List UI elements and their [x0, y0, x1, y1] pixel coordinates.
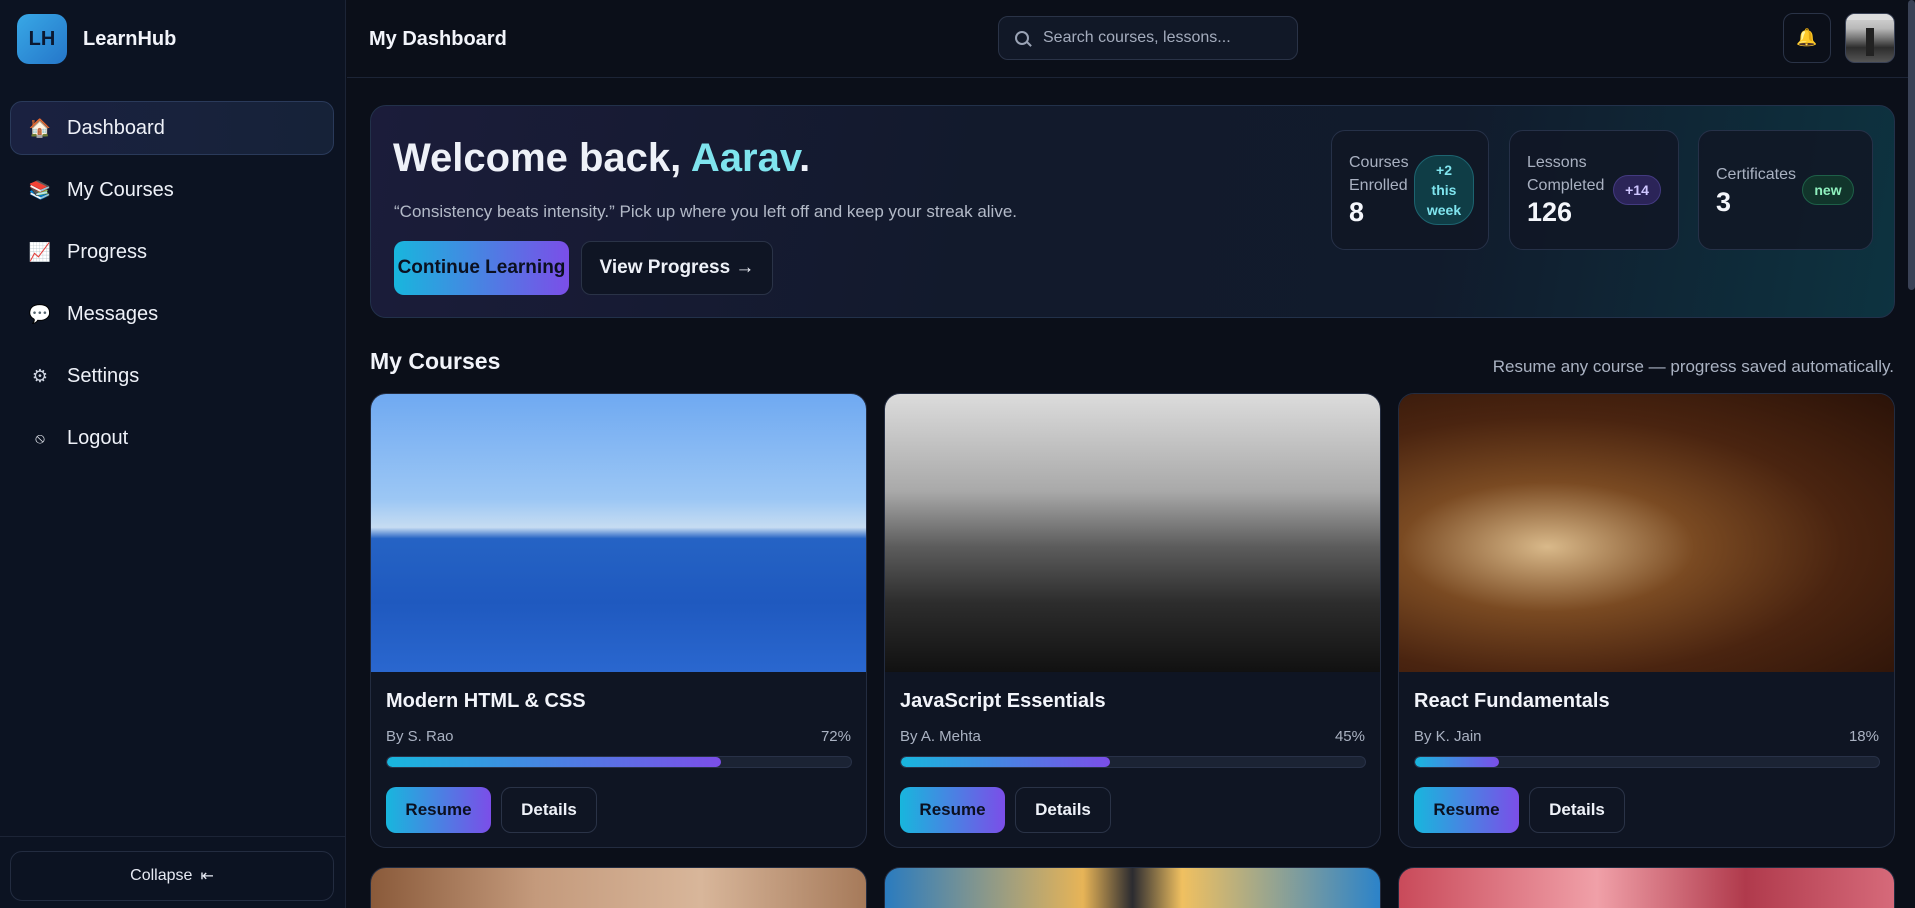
stat-value: 126	[1527, 197, 1573, 227]
resume-button[interactable]: Resume	[386, 787, 491, 833]
search-icon	[1015, 31, 1029, 45]
brand-name: LearnHub	[83, 27, 177, 50]
stat-label: Lessons Completed	[1527, 151, 1604, 197]
stat-label: Certificates	[1716, 166, 1797, 183]
course-author: By A. Mehta	[900, 728, 981, 745]
sidebar-item-label: My Courses	[67, 178, 174, 201]
resume-button[interactable]: Resume	[900, 787, 1005, 833]
course-progress-label: 45%	[1334, 728, 1365, 745]
continue-learning-button[interactable]: Continue Learning	[394, 241, 569, 295]
stat-value: 3	[1716, 187, 1732, 217]
stat-label-line: Enrolled	[1349, 177, 1408, 194]
course-progress-bar	[1414, 756, 1880, 768]
sidebar-item-dashboard[interactable]: 🏠 Dashboard	[10, 101, 334, 155]
greeting: Welcome back,	[393, 136, 691, 180]
avatar[interactable]	[1845, 13, 1895, 63]
stat-badge: new	[1802, 175, 1854, 205]
collapse-arrow-icon: ⇤	[200, 868, 214, 885]
sidebar-nav: 🏠 Dashboard 📚 My Courses 📈 Progress 💬 Me…	[10, 101, 334, 473]
course-card[interactable]: JavaScript Essentials By A. Mehta 45% Re…	[884, 393, 1381, 848]
course-thumbnail	[885, 394, 1380, 672]
stat-certificates: Certificates 3 new	[1698, 130, 1873, 250]
stat-courses-enrolled: Courses Enrolled 8 +2 this week	[1331, 130, 1489, 250]
topbar: My Dashboard 🔔	[347, 0, 1915, 78]
sidebar-item-label: Logout	[67, 426, 129, 449]
logout-icon: ⦸	[35, 429, 45, 447]
progress-fill	[1415, 757, 1499, 767]
my-courses-note: Resume any course — progress saved autom…	[1492, 357, 1894, 376]
sidebar-item-messages[interactable]: 💬 Messages	[10, 287, 334, 341]
chart-icon: 📈	[28, 241, 52, 262]
welcome-subtitle: “Consistency beats intensity.” Pick up w…	[394, 202, 1018, 221]
stat-value: 8	[1349, 197, 1365, 227]
course-card-peek[interactable]	[370, 867, 867, 908]
course-progress-bar	[900, 756, 1366, 768]
course-thumbnail	[1399, 394, 1894, 672]
stat-label-line: Lessons	[1527, 154, 1587, 171]
bell-icon: 🔔	[1796, 28, 1818, 47]
user-name: Aarav	[690, 136, 800, 180]
course-author: By K. Jain	[1414, 728, 1482, 745]
search-input[interactable]	[1043, 29, 1283, 47]
course-title: Modern HTML & CSS	[386, 690, 586, 712]
badge-line: week	[1426, 202, 1462, 218]
sidebar-item-my-courses[interactable]: 📚 My Courses	[10, 163, 334, 217]
books-icon: 📚	[28, 179, 52, 200]
stat-label-line: Courses	[1349, 154, 1409, 171]
view-progress-button[interactable]: View Progress →	[581, 241, 773, 295]
stat-badge: +14	[1613, 175, 1661, 205]
sidebar-item-progress[interactable]: 📈 Progress	[10, 225, 334, 279]
details-button[interactable]: Details	[501, 787, 597, 833]
course-thumbnail	[371, 394, 866, 672]
stat-label-line: Completed	[1527, 177, 1605, 194]
welcome-hero: Welcome back, Aarav. “Consistency beats …	[370, 105, 1895, 318]
page-scrollbar[interactable]	[1908, 0, 1915, 290]
resume-button[interactable]: Resume	[1414, 787, 1519, 833]
course-title: JavaScript Essentials	[900, 690, 1106, 712]
sidebar-item-label: Dashboard	[67, 116, 165, 139]
course-card-peek[interactable]	[884, 867, 1381, 908]
stat-badge: +2 this week	[1414, 155, 1474, 225]
sidebar-item-label: Messages	[67, 302, 159, 325]
sidebar-item-settings[interactable]: ⚙ Settings	[10, 349, 334, 403]
greeting-punct: .	[799, 136, 811, 180]
collapse-button[interactable]: Collapse ⇤	[10, 851, 334, 901]
page-title: My Dashboard	[369, 28, 507, 50]
progress-fill	[387, 757, 722, 767]
sidebar: LH LearnHub 🏠 Dashboard 📚 My Courses 📈 P…	[0, 0, 346, 908]
badge-line: +2	[1436, 162, 1452, 178]
course-card-peek[interactable]	[1398, 867, 1895, 908]
details-button[interactable]: Details	[1015, 787, 1111, 833]
stat-lessons-completed: Lessons Completed 126 +14	[1509, 130, 1679, 250]
my-courses-heading: My Courses	[370, 348, 501, 374]
gear-icon: ⚙	[31, 365, 49, 386]
search-box[interactable]	[998, 16, 1298, 60]
course-progress-bar	[386, 756, 852, 768]
course-card[interactable]: Modern HTML & CSS By S. Rao 72% Resume D…	[370, 393, 867, 848]
sidebar-item-label: Settings	[67, 364, 140, 387]
badge-line: this	[1431, 182, 1457, 198]
course-progress-label: 72%	[820, 728, 851, 745]
sidebar-footer: Collapse ⇤	[0, 836, 346, 908]
collapse-label: Collapse	[130, 867, 193, 884]
details-button[interactable]: Details	[1529, 787, 1625, 833]
notifications-button[interactable]: 🔔	[1783, 13, 1831, 63]
welcome-heading: Welcome back, Aarav.	[393, 136, 810, 181]
sidebar-item-label: Progress	[67, 240, 148, 263]
speech-bubble-icon: 💬	[28, 303, 52, 324]
sidebar-item-logout[interactable]: ⦸ Logout	[10, 411, 334, 465]
brand[interactable]: LH LearnHub	[17, 14, 176, 64]
course-progress-label: 18%	[1848, 728, 1879, 745]
stat-label: Courses Enrolled	[1349, 151, 1409, 197]
brand-logo: LH	[17, 14, 67, 64]
home-icon: 🏠	[28, 117, 52, 138]
course-title: React Fundamentals	[1414, 690, 1610, 712]
course-card[interactable]: React Fundamentals By K. Jain 18% Resume…	[1398, 393, 1895, 848]
course-author: By S. Rao	[386, 728, 454, 745]
progress-fill	[901, 757, 1110, 767]
